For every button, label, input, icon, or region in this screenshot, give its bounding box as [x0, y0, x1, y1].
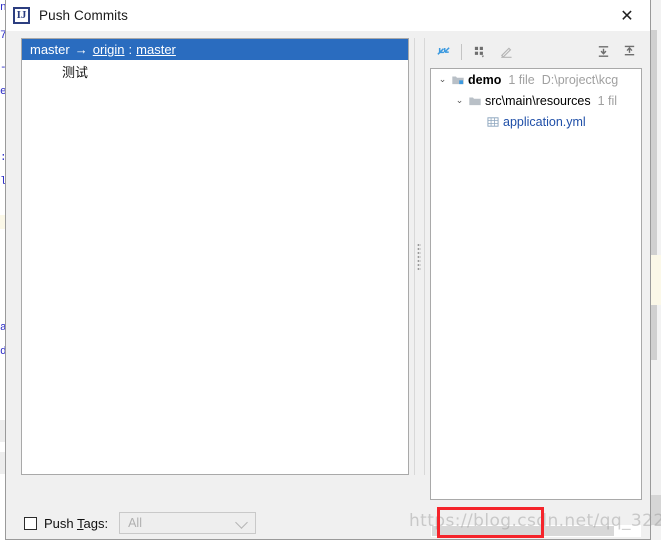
screenshot-root: na 70 - er : l: ar de / :: IJ Push Commi… [0, 0, 661, 540]
push-tags-value: All [128, 516, 142, 530]
tree-toolbar [430, 38, 642, 65]
splitter-grip[interactable] [417, 243, 421, 271]
tree-row[interactable]: ⌄ src\main\resources 1 fil [431, 90, 641, 111]
separator-label: : [128, 42, 133, 57]
chevron-down-icon[interactable]: ⌄ [452, 95, 467, 106]
remote-link[interactable]: origin [93, 42, 125, 57]
push-tags-row: Push Tags: All [24, 512, 257, 534]
edit-pencil-icon[interactable] [493, 40, 519, 64]
module-folder-icon [450, 73, 466, 87]
changed-files-tree[interactable]: ⌄ demo 1 file D:\project\kcg ⌄ src\main\… [430, 68, 642, 500]
expand-all-icon[interactable] [590, 40, 616, 64]
splitter-edge-right [424, 38, 425, 475]
tree-node-label[interactable]: application.yml [503, 115, 586, 129]
dialog-titlebar: IJ Push Commits ✕ [6, 0, 650, 32]
commits-list-panel[interactable]: master → origin : master 测试 [21, 38, 409, 475]
tree-row[interactable]: application.yml [431, 111, 641, 132]
scrollbar-thumb[interactable] [432, 526, 614, 536]
tree-node-path: D:\project\kcg [541, 72, 619, 87]
tree-row[interactable]: ⌄ demo 1 file D:\project\kcg [431, 69, 641, 90]
commit-message: 测试 [62, 64, 89, 80]
dialog-title: Push Commits [39, 8, 128, 23]
group-by-icon[interactable] [467, 40, 493, 64]
push-tags-select[interactable]: All [119, 512, 257, 534]
collapse-to-selection-icon[interactable] [430, 40, 456, 64]
push-tags-checkbox[interactable] [24, 516, 37, 530]
commit-group-header[interactable]: master → origin : master [22, 39, 408, 60]
close-icon[interactable]: ✕ [604, 0, 650, 31]
chevron-down-icon [235, 516, 248, 529]
splitter-edge-left [414, 38, 415, 475]
tree-node-filecount: 1 file [508, 72, 535, 87]
push-tags-label-post: ags: [83, 515, 109, 531]
tree-node-filecount: 1 fil [597, 93, 618, 108]
push-commits-dialog: IJ Push Commits ✕ master → origin : mast… [5, 0, 651, 540]
panel-splitter[interactable] [414, 38, 425, 475]
tree-node-label: demo [468, 72, 502, 87]
tree-node-label: src\main\resources [485, 93, 591, 108]
arrow-icon: → [74, 42, 88, 57]
tree-horizontal-scrollbar[interactable] [431, 525, 641, 537]
remote-branch-link[interactable]: master [136, 42, 176, 57]
chevron-down-icon[interactable]: ⌄ [435, 74, 450, 85]
folder-icon [467, 94, 483, 108]
collapse-all-icon[interactable] [616, 40, 642, 64]
push-tags-label: Push Tags: [44, 516, 108, 531]
intellij-idea-icon: IJ [13, 7, 30, 24]
app-icon-text: IJ [16, 9, 27, 21]
yaml-file-icon [485, 115, 501, 129]
push-tags-label-pre: Push [44, 515, 78, 531]
dialog-body: master → origin : master 测试 ⌄ demo 1 fil… [6, 31, 650, 538]
commit-list-item[interactable]: 测试 [22, 60, 408, 82]
toolbar-separator [461, 43, 462, 60]
local-branch-label: master [30, 42, 70, 57]
